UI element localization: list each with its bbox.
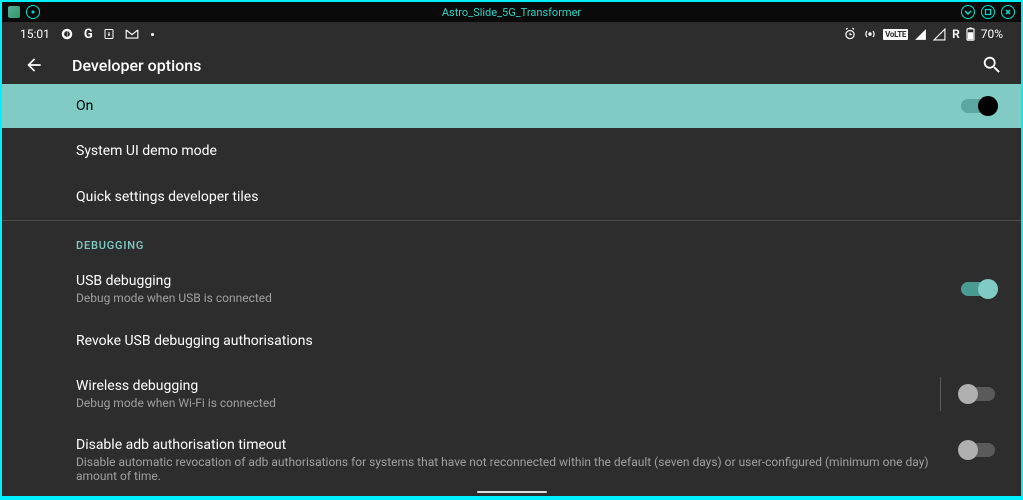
update-icon: [103, 28, 115, 40]
wireless-debugging-row[interactable]: Wireless debugging Debug mode when Wi-Fi…: [2, 364, 1021, 424]
row-subtitle: Debug mode when Wi-Fi is connected: [76, 396, 936, 410]
alarm-icon: [843, 27, 857, 41]
system-ui-demo-row[interactable]: System UI demo mode: [2, 128, 1021, 174]
app-icon: [8, 6, 20, 18]
browser-icon: [60, 27, 74, 41]
maximize-icon[interactable]: [981, 5, 995, 19]
volte-badge: VoLTE: [883, 29, 908, 40]
row-title: Quick settings developer tiles: [76, 189, 995, 205]
settings-list[interactable]: On System UI demo mode Quick settings de…: [2, 84, 1021, 496]
disable-adb-timeout-row[interactable]: Disable adb authorisation timeout Disabl…: [2, 424, 1021, 496]
row-subtitle: Debug mode when USB is connected: [76, 291, 949, 305]
wireless-debugging-toggle[interactable]: [961, 387, 995, 401]
phone-screen: 15:01 G VoLTE: [2, 22, 1021, 496]
roaming-label: R: [952, 27, 960, 41]
minimize-icon[interactable]: [961, 5, 975, 19]
master-toggle-label: On: [76, 98, 949, 114]
row-title: USB debugging: [76, 273, 949, 289]
battery-text: 70%: [981, 27, 1003, 41]
signal-icon: [914, 28, 927, 41]
master-toggle-row[interactable]: On: [2, 84, 1021, 128]
vertical-divider: [940, 377, 941, 411]
row-title: Disable adb authorisation timeout: [76, 437, 949, 453]
quick-settings-tiles-row[interactable]: Quick settings developer tiles: [2, 174, 1021, 220]
home-indicator[interactable]: [477, 491, 547, 493]
app-bar: Developer options: [2, 46, 1021, 84]
hotspot-icon: [863, 27, 877, 41]
google-icon: G: [84, 27, 93, 42]
battery-icon: [966, 27, 975, 41]
target-icon[interactable]: [26, 5, 40, 19]
window-titlebar: Astro_Slide_5G_Transformer: [2, 2, 1021, 22]
usb-debugging-toggle[interactable]: [961, 282, 995, 296]
row-subtitle: Disable automatic revocation of adb auth…: [76, 455, 949, 483]
more-notifications-icon: [151, 33, 154, 36]
signal-empty-icon: [933, 28, 946, 41]
window-title: Astro_Slide_5G_Transformer: [442, 6, 581, 19]
gmail-icon: [125, 28, 139, 40]
row-title: Wireless debugging: [76, 378, 936, 394]
row-title: Revoke USB debugging authorisations: [76, 333, 995, 349]
back-button[interactable]: [24, 55, 44, 75]
row-title: System UI demo mode: [76, 143, 995, 159]
page-title: Developer options: [72, 56, 201, 75]
status-bar: 15:01 G VoLTE: [2, 22, 1021, 46]
usb-debugging-row[interactable]: USB debugging Debug mode when USB is con…: [2, 260, 1021, 318]
search-button[interactable]: [981, 54, 1003, 76]
disable-adb-timeout-toggle[interactable]: [961, 443, 995, 457]
revoke-usb-row[interactable]: Revoke USB debugging authorisations: [2, 318, 1021, 364]
section-header-debugging: DEBUGGING: [2, 221, 1021, 260]
close-icon[interactable]: [1001, 5, 1015, 19]
master-toggle[interactable]: [961, 99, 995, 113]
status-time: 15:01: [20, 27, 50, 41]
